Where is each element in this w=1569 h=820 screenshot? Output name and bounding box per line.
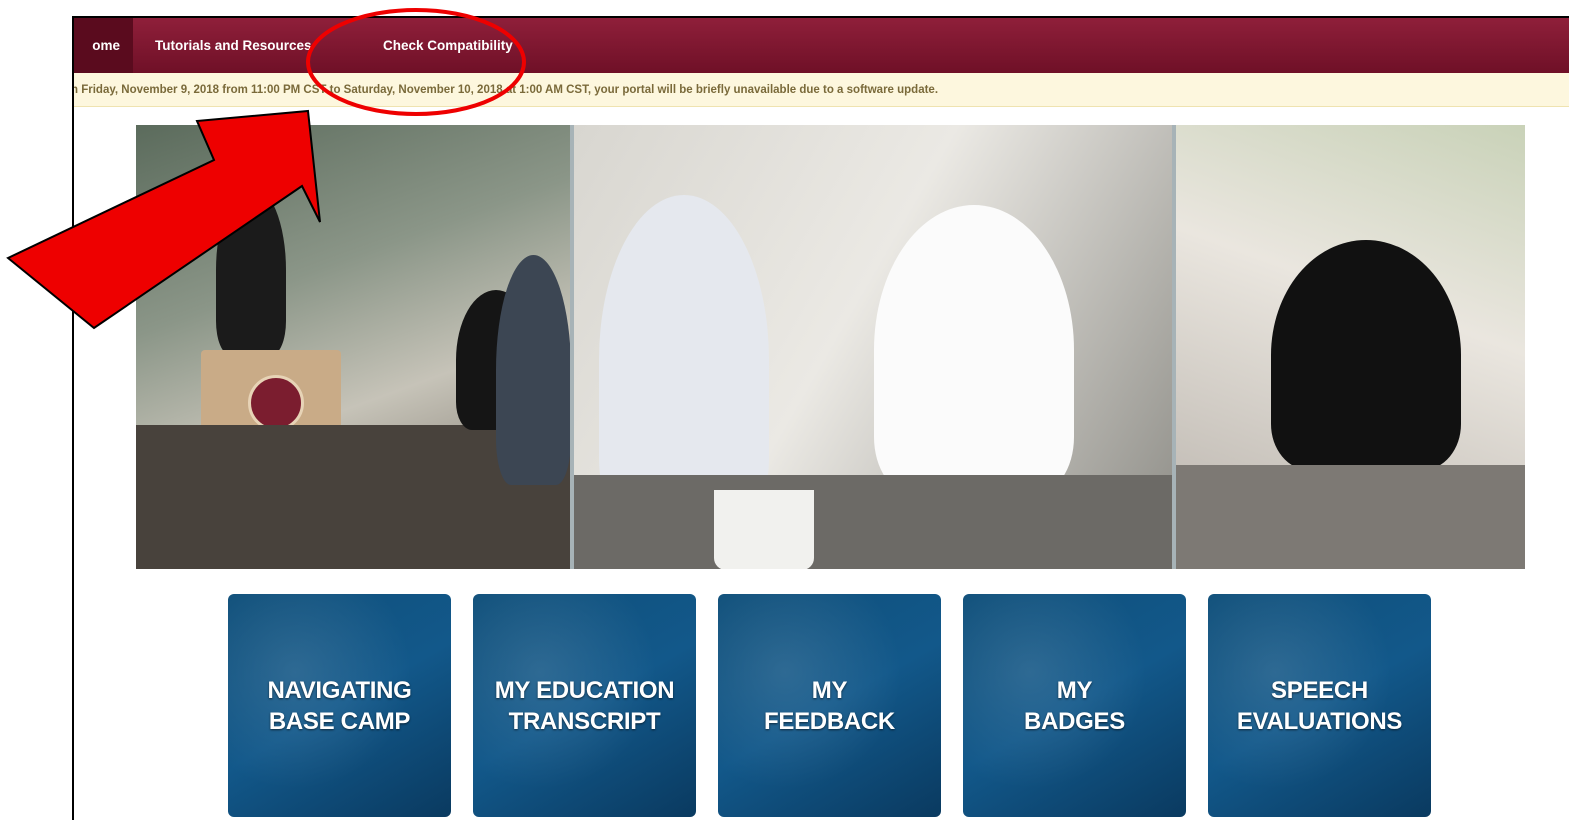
browser-frame: ome Tutorials and Resources Check Compat… bbox=[72, 16, 1569, 820]
maintenance-banner: n Friday, November 9, 2018 from 11:00 PM… bbox=[74, 73, 1569, 107]
feature-tiles: NAVIGATING BASE CAMP MY EDUCATION TRANSC… bbox=[228, 594, 1431, 817]
tile-label: MY FEEDBACK bbox=[764, 676, 895, 735]
photo-plant-pot bbox=[713, 490, 814, 569]
photo-listener bbox=[496, 255, 570, 485]
maintenance-banner-text: n Friday, November 9, 2018 from 11:00 PM… bbox=[72, 83, 939, 96]
hero-image bbox=[136, 125, 1525, 569]
hero-photo-writing bbox=[1176, 125, 1525, 569]
hero-photo-meeting bbox=[569, 125, 1177, 569]
tile-label: NAVIGATING BASE CAMP bbox=[267, 676, 412, 735]
main-navbar: ome Tutorials and Resources Check Compat… bbox=[74, 18, 1569, 73]
tile-navigating-base-camp[interactable]: NAVIGATING BASE CAMP bbox=[228, 594, 451, 817]
photo-table bbox=[573, 475, 1173, 569]
photo-woman-writing bbox=[1271, 240, 1462, 470]
nav-check-compatibility[interactable]: Check Compatibility bbox=[335, 18, 513, 73]
photo-table bbox=[1176, 465, 1525, 569]
toastmasters-seal-icon bbox=[248, 375, 304, 431]
photo-presenter bbox=[216, 185, 286, 355]
tile-my-badges[interactable]: MY BADGES bbox=[963, 594, 1186, 817]
nav-home[interactable]: ome bbox=[74, 18, 133, 73]
tile-my-education-transcript[interactable]: MY EDUCATION TRANSCRIPT bbox=[473, 594, 696, 817]
hero-photo-presentation bbox=[136, 125, 570, 569]
tile-label: MY BADGES bbox=[1024, 676, 1125, 735]
tile-label: MY EDUCATION TRANSCRIPT bbox=[494, 676, 675, 735]
photo-man-white-shirt bbox=[873, 205, 1074, 495]
tile-label: SPEECH EVALUATIONS bbox=[1236, 676, 1403, 735]
tile-my-feedback[interactable]: MY FEEDBACK bbox=[718, 594, 941, 817]
tile-speech-evaluations[interactable]: SPEECH EVALUATIONS bbox=[1208, 594, 1431, 817]
nav-tutorials-and-resources[interactable]: Tutorials and Resources bbox=[133, 18, 335, 73]
